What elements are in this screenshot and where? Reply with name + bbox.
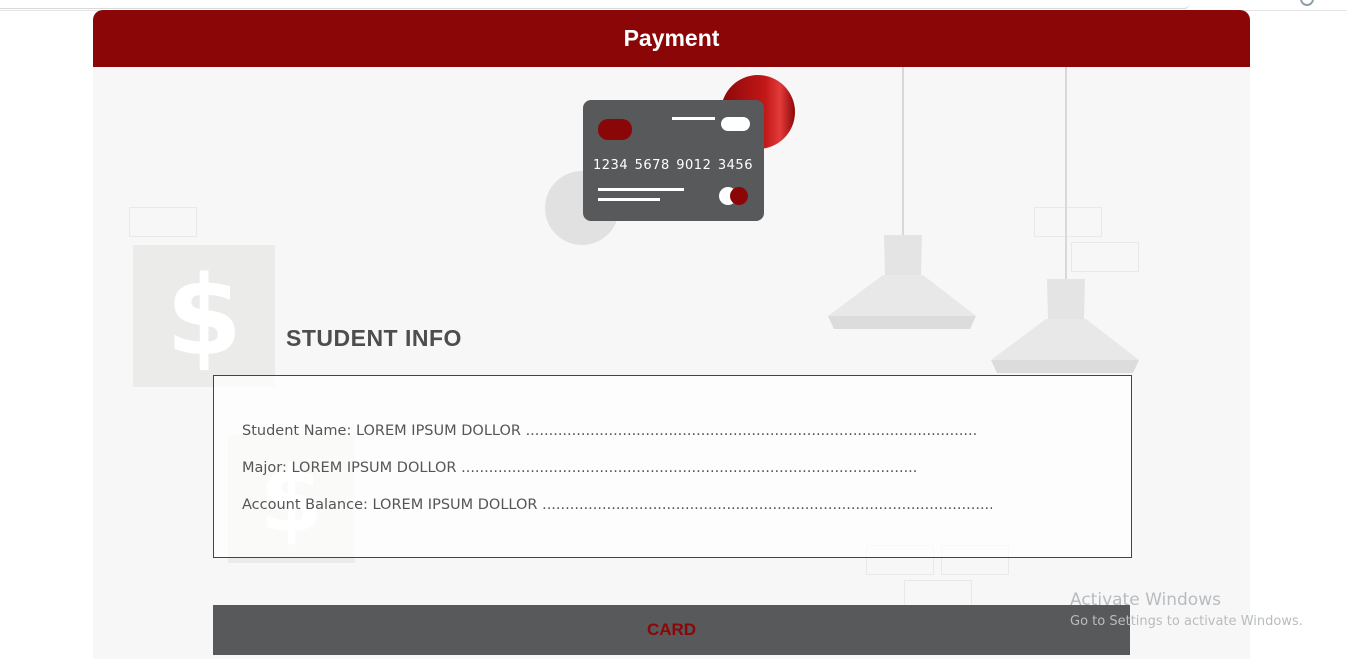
student-info-box: Student Name: LOREM IPSUM DOLLOR .......… (213, 375, 1132, 558)
card-section-label: CARD (646, 620, 697, 639)
card-number-group: 9012 (676, 158, 712, 173)
lamp-cord (1065, 67, 1067, 279)
major-field: Major: LOREM IPSUM DOLLOR ..............… (242, 460, 917, 476)
decorative-rect (129, 207, 197, 237)
watermark-subtitle: Go to Settings to activate Windows. (1070, 614, 1303, 629)
student-info-heading: STUDENT INFO (286, 325, 462, 351)
account-balance-field: Account Balance: LOREM IPSUM DOLLOR ....… (242, 497, 992, 513)
windows-activation-watermark: Activate Windows Go to Settings to activ… (1070, 590, 1303, 629)
card-number-group: 3456 (717, 158, 753, 173)
card-section-button[interactable]: CARD (213, 605, 1130, 655)
lamp-icon (828, 235, 976, 329)
card-number-group: 1234 (593, 158, 629, 173)
lamp-cord (902, 67, 904, 235)
profile-icon[interactable] (1300, 0, 1314, 6)
decorative-rect (1034, 207, 1102, 237)
decorative-rect (1071, 242, 1139, 272)
card-number: 1234 5678 9012 3456 (593, 158, 753, 173)
dollar-symbol: $ (165, 252, 243, 380)
card-number-group: 5678 (634, 158, 670, 173)
dollar-icon: $ (133, 245, 275, 387)
payment-panel: Payment $ $ (93, 10, 1250, 659)
lamp-icon (991, 279, 1139, 373)
watermark-title: Activate Windows (1070, 590, 1221, 610)
page-title: Payment (93, 10, 1250, 67)
address-bar-edge (0, 0, 1190, 9)
student-name-field: Student Name: LOREM IPSUM DOLLOR .......… (242, 423, 977, 439)
